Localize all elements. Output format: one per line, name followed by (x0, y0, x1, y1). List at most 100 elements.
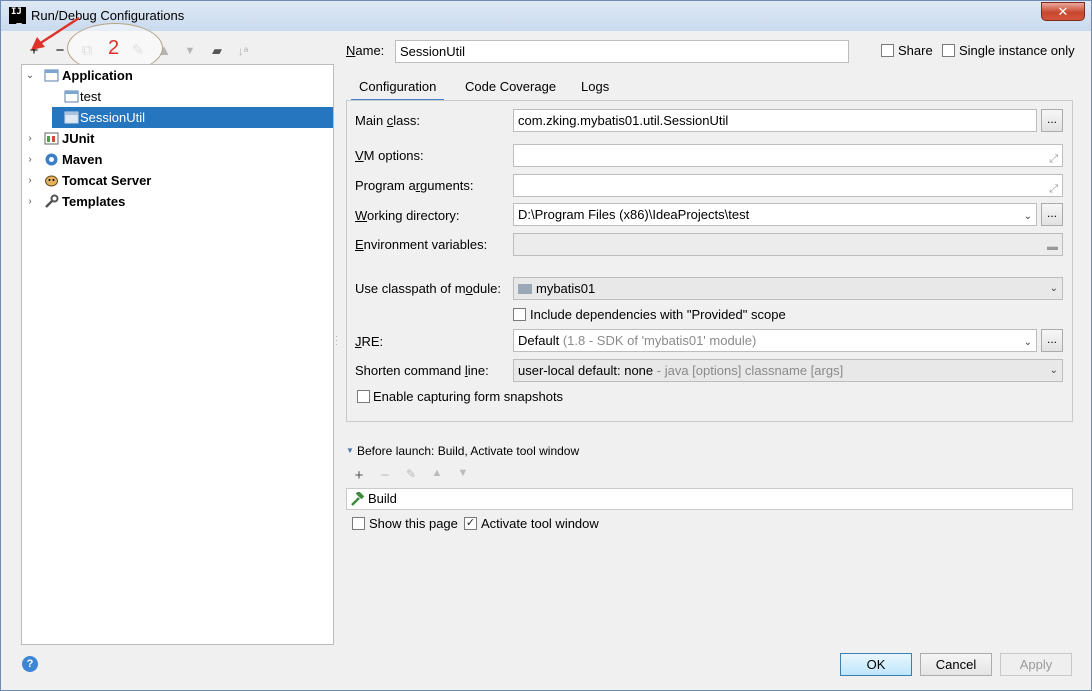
move-task-down-icon[interactable]: ▼ (455, 467, 471, 479)
ok-button[interactable]: OK (840, 653, 912, 676)
edit-task-pencil-icon[interactable]: ✎ (403, 467, 419, 481)
add-task-button[interactable]: + (351, 467, 367, 484)
classpath-module-label: Use classpath of module: (355, 281, 501, 296)
tomcat-icon (45, 175, 58, 187)
chevron-down-icon[interactable]: ⌄ (24, 65, 36, 86)
tree-label: Maven (62, 152, 103, 167)
share-checkbox[interactable] (881, 44, 894, 57)
run-debug-dialog: IJ _ Run/Debug Configurations ✕ + − ⧉ ▫ … (0, 0, 1092, 691)
config-icon (64, 111, 79, 124)
close-button[interactable]: ✕ (1041, 2, 1085, 21)
chevron-down-icon[interactable]: ⌄ (1024, 206, 1032, 225)
cancel-button[interactable]: Cancel (920, 653, 992, 676)
before-launch-task-list[interactable]: Build (346, 488, 1073, 510)
sort-configurations-icon[interactable]: ↓ᵃ (233, 41, 253, 61)
working-directory-field[interactable]: D:\Program Files (x86)\IdeaProjects\test… (513, 203, 1037, 226)
shorten-command-line-hint: - java [options] classname [args] (653, 363, 844, 378)
tree-label: Application (62, 68, 133, 83)
vm-options-label: VM options: (355, 148, 424, 163)
expand-icon[interactable]: ⤢ (1049, 179, 1058, 196)
include-provided-checkbox[interactable] (513, 308, 526, 321)
show-this-page-checkbox[interactable] (352, 517, 365, 530)
collapse-triangle-icon[interactable]: ▼ (346, 446, 354, 455)
move-down-icon[interactable]: ▼ (180, 41, 200, 61)
application-icon (44, 69, 59, 82)
remove-task-button[interactable]: − (377, 467, 393, 484)
working-directory-browse-button[interactable]: ... (1041, 203, 1063, 226)
name-field[interactable]: SessionUtil (395, 40, 849, 63)
chevron-right-icon[interactable]: › (24, 191, 36, 212)
program-arguments-field[interactable]: ⤢ (513, 174, 1063, 197)
program-arguments-label: Program arguments: (355, 178, 474, 193)
jre-label: JRE: (355, 334, 384, 349)
tree-node-application[interactable]: ⌄ Application (22, 65, 333, 86)
chevron-down-icon[interactable]: ⌄ (1024, 332, 1032, 351)
jre-field[interactable]: Default (1.8 - SDK of 'mybatis01' module… (513, 329, 1037, 352)
expand-icon[interactable]: ⤢ (1049, 149, 1058, 166)
chevron-down-icon[interactable]: ⌄ (1050, 360, 1058, 381)
shorten-command-line-dropdown[interactable]: user-local default: none - java [options… (513, 359, 1063, 382)
build-hammer-icon (351, 492, 365, 506)
tree-node-tomcat-server[interactable]: › Tomcat Server (22, 170, 333, 191)
junit-icon (44, 132, 59, 145)
capture-snapshots-label: Enable capturing form snapshots (373, 389, 564, 404)
include-provided-label: Include dependencies with "Provided" sco… (530, 307, 786, 322)
configuration-tree[interactable]: ⌄ Application test SessionUtil › JUnit ›… (21, 64, 334, 645)
tree-label: Tomcat Server (62, 173, 152, 188)
shorten-command-line-value: user-local default: none (518, 363, 654, 378)
splitter-handle[interactable]: · · · (335, 332, 338, 349)
tree-node-junit[interactable]: › JUnit (22, 128, 333, 149)
classpath-module-value: mybatis01 (536, 281, 596, 296)
before-launch-header: Before launch: Build, Activate tool wind… (357, 444, 580, 458)
tree-label: test (80, 89, 101, 104)
main-class-label: Main class: (355, 113, 421, 128)
environment-variables-field[interactable]: ▬ (513, 233, 1063, 256)
activate-tool-window-label: Activate tool window (481, 516, 599, 531)
tree-node-sessionutil[interactable]: SessionUtil (52, 107, 333, 128)
classpath-module-dropdown[interactable]: mybatis01 ⌄ (513, 277, 1063, 300)
single-instance-checkbox[interactable] (942, 44, 955, 57)
module-folder-icon (518, 284, 532, 294)
annotation-number: 2 (108, 37, 120, 59)
chevron-down-icon[interactable]: ⌄ (1050, 278, 1058, 299)
environment-variables-label: Environment variables: (355, 237, 488, 252)
move-task-up-icon[interactable]: ▲ (429, 467, 445, 479)
build-task-label: Build (368, 491, 397, 506)
tree-node-maven[interactable]: › Maven (22, 149, 333, 170)
single-instance-label: Single instance only (959, 43, 1075, 58)
activate-tool-window-checkbox[interactable]: ✓ (464, 517, 477, 530)
help-icon[interactable]: ? (22, 656, 38, 672)
new-folder-icon[interactable]: ▰ (207, 41, 227, 61)
maven-gear-icon (45, 153, 58, 166)
jre-browse-button[interactable]: ... (1041, 329, 1063, 352)
tree-label: JUnit (62, 131, 95, 146)
apply-button[interactable]: Apply (1000, 653, 1072, 676)
jre-hint: (1.8 - SDK of 'mybatis01' module) (559, 333, 757, 348)
working-directory-value: D:\Program Files (x86)\IdeaProjects\test (518, 207, 750, 222)
shorten-command-line-label: Shorten command line: (355, 363, 489, 378)
wrench-icon (45, 194, 59, 208)
config-icon (64, 90, 79, 103)
tree-label: Templates (62, 194, 126, 209)
chevron-right-icon[interactable]: › (24, 170, 36, 191)
tab-code-coverage[interactable]: Code Coverage (465, 78, 556, 102)
tab-logs[interactable]: Logs (581, 78, 609, 102)
tree-label: SessionUtil (80, 110, 146, 125)
share-label: Share (898, 43, 933, 58)
tab-configuration[interactable]: Configuration (351, 78, 445, 102)
show-this-page-label: Show this page (369, 516, 458, 531)
tree-node-test[interactable]: test (22, 86, 333, 107)
name-label: Name: (346, 43, 385, 58)
main-class-browse-button[interactable]: ... (1041, 109, 1063, 132)
folder-icon[interactable]: ▬ (1047, 237, 1058, 255)
vm-options-field[interactable]: ⤢ (513, 144, 1063, 167)
capture-snapshots-checkbox[interactable] (357, 390, 370, 403)
title-bar: IJ _ Run/Debug Configurations ✕ (1, 1, 1091, 31)
tree-node-templates[interactable]: › Templates (22, 191, 333, 212)
annotation-arrow (31, 16, 80, 50)
jre-value: Default (518, 333, 560, 348)
chevron-right-icon[interactable]: › (24, 128, 36, 149)
chevron-right-icon[interactable]: › (24, 149, 36, 170)
main-class-field[interactable]: com.zking.mybatis01.util.SessionUtil (513, 109, 1037, 132)
working-directory-label: Working directory: (355, 208, 460, 223)
